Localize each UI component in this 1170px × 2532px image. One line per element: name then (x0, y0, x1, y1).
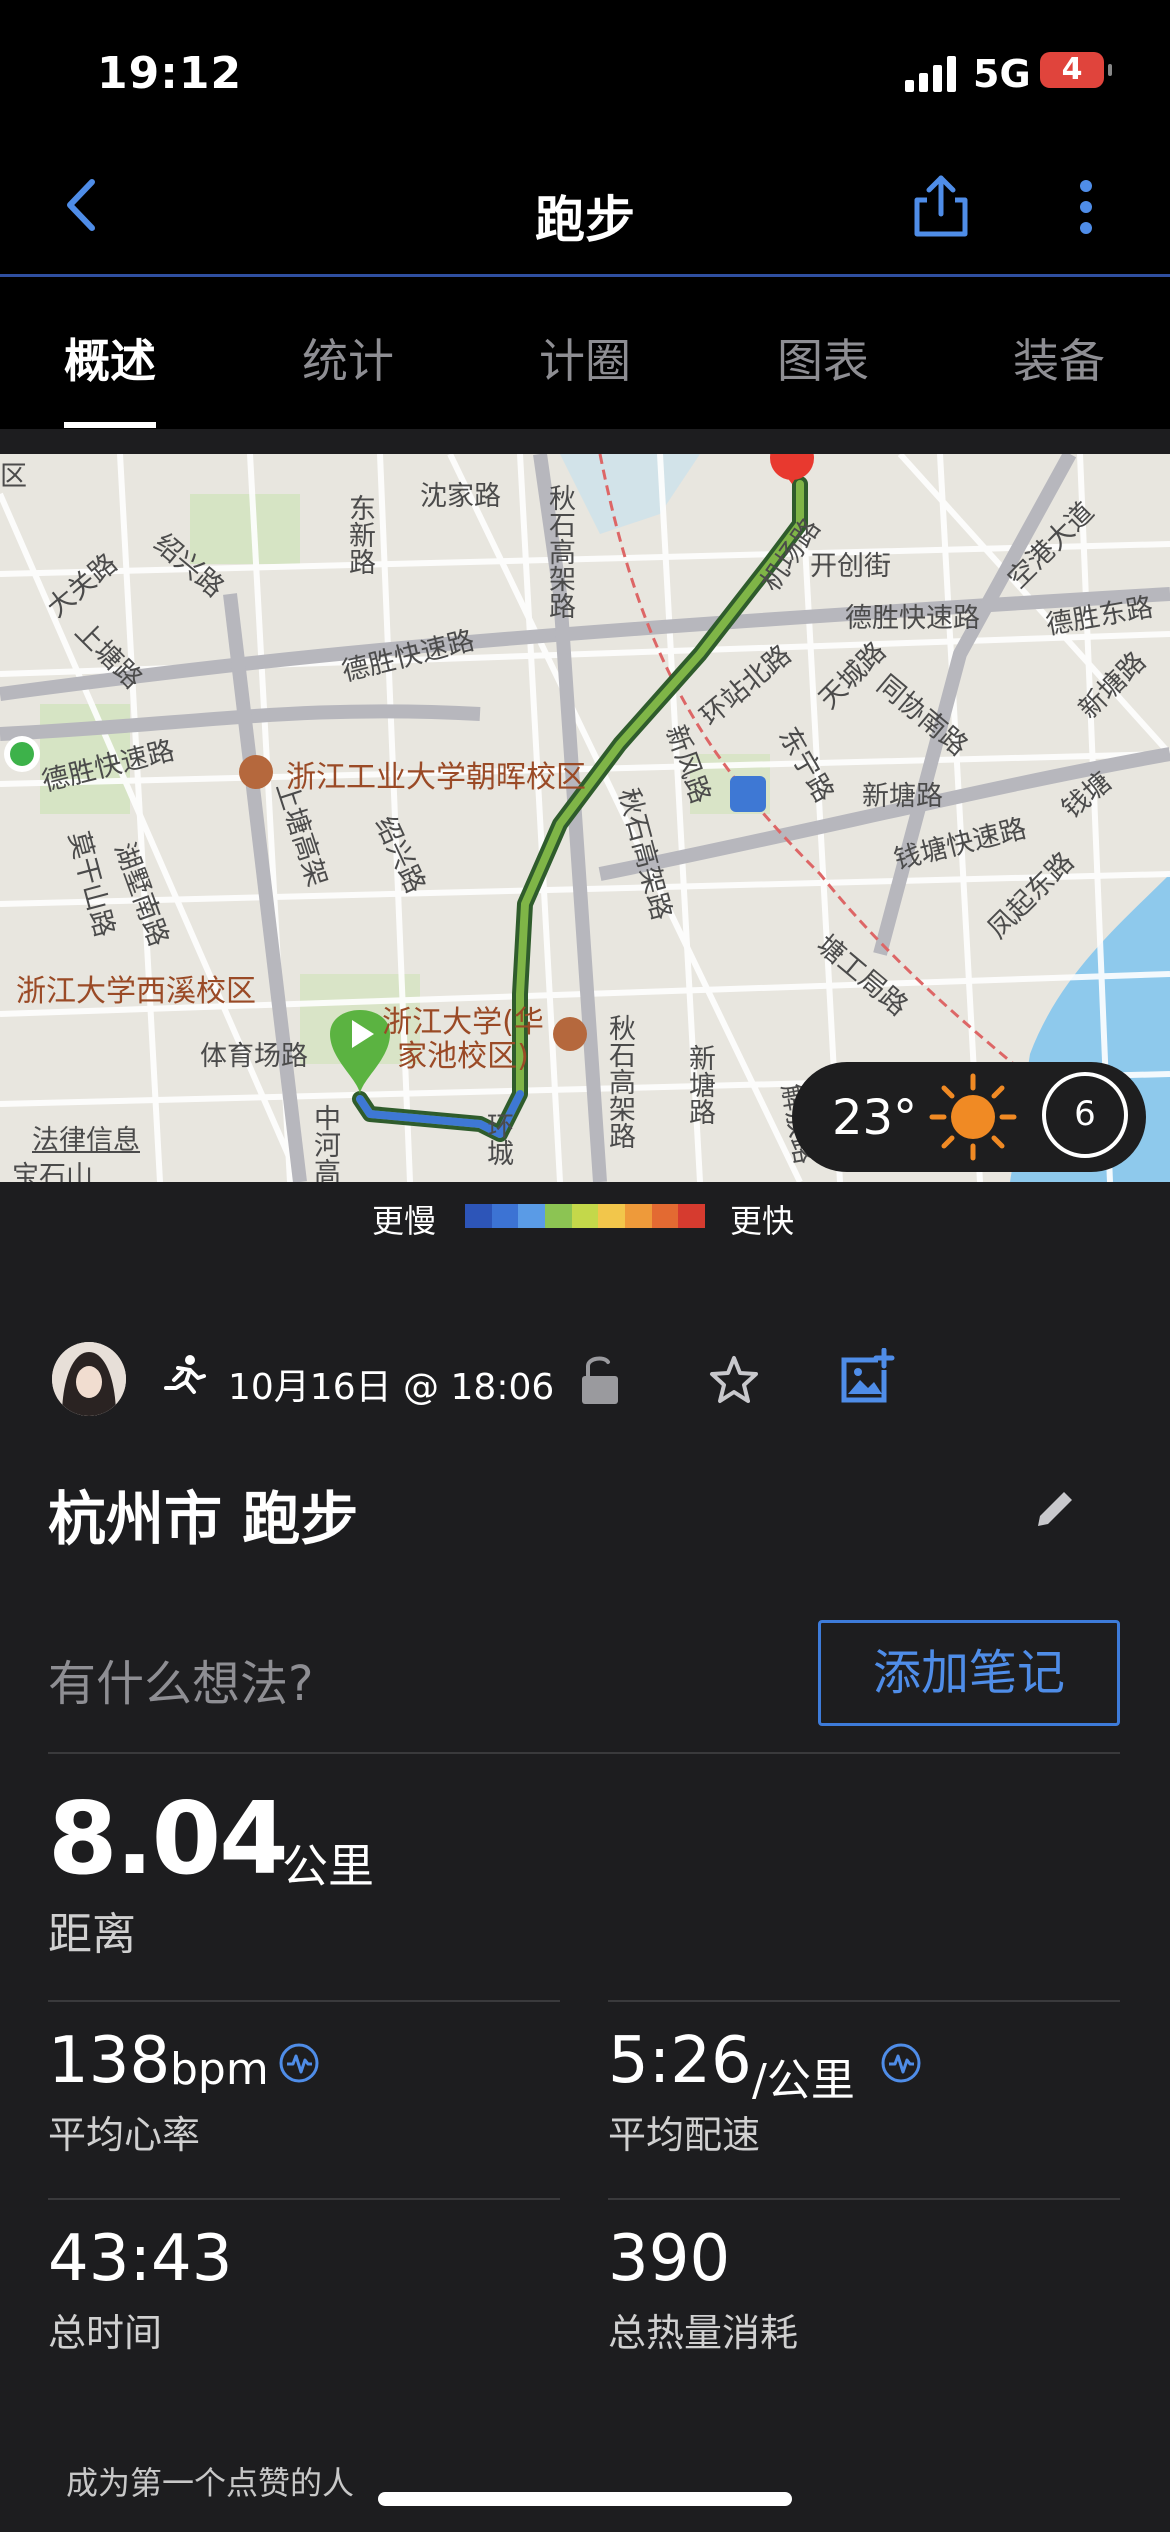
tab-stats[interactable]: 统计 (302, 325, 394, 391)
tab-charts[interactable]: 图表 (777, 325, 869, 391)
pace-color-swatch (571, 1204, 599, 1228)
legal-info-link[interactable]: 法律信息 (32, 1118, 140, 1157)
privacy-lock-icon[interactable] (578, 1352, 622, 1406)
map-label: 新塘路 (684, 1044, 715, 1125)
legend-fast-label: 更快 (730, 1202, 795, 1240)
active-tab-indicator (64, 422, 156, 428)
divider (48, 2198, 560, 2200)
activity-date: 10月16日 @ 18:06 (228, 1367, 555, 1408)
legend-slow-label: 更慢 (372, 1202, 437, 1240)
avatar[interactable] (52, 1342, 126, 1416)
map-label: 德胜快速路 (845, 603, 980, 634)
map-label: 区 (0, 461, 27, 492)
distance-unit: 公里 (282, 1839, 374, 1893)
add-photo-icon[interactable] (838, 1348, 896, 1406)
map-label: 宝石山 (12, 1161, 93, 1182)
poi-label: 浙江大学西溪校区 (16, 974, 256, 1009)
distance-value: 8.04 (48, 1780, 289, 1897)
map-label: 体育场路 (200, 1041, 308, 1072)
calories-value: 390 (608, 2222, 731, 2296)
map-label: 秋石高架路 (544, 484, 575, 619)
share-button[interactable] (905, 170, 977, 242)
map-label: 新塘路 (862, 781, 943, 812)
moon-phase-icon: 6 (1042, 1072, 1128, 1158)
avg-pace-value: 5:26 (608, 2024, 752, 2098)
pace-color-swatch (465, 1204, 492, 1228)
pace-color-swatch (491, 1204, 519, 1228)
pace-color-scale (465, 1204, 706, 1228)
status-time: 19:12 (97, 48, 243, 99)
divider (48, 2000, 560, 2002)
likes-prompt[interactable]: 成为第一个点赞的人 (66, 2458, 354, 2504)
avg-pace-unit: /公里 (752, 2055, 855, 2106)
tab-bar: 概述 统计 计圈 图表 装备 (0, 277, 1170, 429)
map-label: 环城 (482, 1112, 513, 1166)
signal-icon (905, 56, 959, 92)
pace-color-swatch (518, 1204, 546, 1228)
pace-color-swatch (678, 1204, 706, 1228)
distance-label: 距离 (48, 1909, 136, 1960)
divider (608, 2198, 1120, 2200)
avg-heart-rate-value: 138 (48, 2024, 171, 2098)
map-label: 秋石高架路 (604, 1014, 635, 1149)
status-bar: 19:12 5G 4 (0, 0, 1170, 140)
divider (48, 1752, 1120, 1754)
edit-pencil-icon[interactable] (1032, 1486, 1078, 1532)
weather-temperature: 23° (832, 1090, 918, 1146)
poi-label: 浙江大学(华家池校区) (382, 1005, 544, 1074)
map-label: 东新路 (344, 494, 375, 575)
pace-color-swatch (598, 1204, 626, 1228)
tab-overview[interactable]: 概述 (64, 325, 156, 391)
activity-title: 杭州市 跑步 (48, 1485, 359, 1553)
avg-pace-label: 平均配速 (608, 2113, 761, 2157)
tab-gear[interactable]: 装备 (1013, 325, 1105, 391)
nav-bar: 跑步 (0, 140, 1170, 277)
add-note-button[interactable]: 添加笔记 (818, 1620, 1120, 1726)
route-map[interactable]: 区 沈家路 秋石高架路 东新路 绍兴路 大关路 上塘路 德胜快速路 机场路 开创… (0, 454, 1170, 1182)
map-label: 沈家路 (420, 481, 501, 512)
network-type: 5G (973, 52, 1031, 96)
page-title: 跑步 (535, 191, 635, 249)
pace-color-swatch (651, 1204, 679, 1228)
running-icon (164, 1355, 206, 1394)
poi-label: 浙江工业大学朝晖校区 (286, 760, 586, 795)
battery-icon: 4 (1040, 52, 1112, 88)
pace-color-swatch (545, 1204, 572, 1228)
total-time-label: 总时间 (48, 2311, 163, 2355)
pace-color-swatch (625, 1204, 652, 1228)
share-icon (914, 175, 968, 237)
map-label: 开创街 (810, 551, 891, 582)
favorite-star-icon[interactable] (706, 1352, 762, 1408)
calories-label: 总热量消耗 (608, 2311, 799, 2355)
tab-laps[interactable]: 计圈 (539, 325, 631, 391)
more-options-button[interactable] (1060, 176, 1110, 238)
map-label: 中河高 (309, 1104, 340, 1182)
home-indicator[interactable] (378, 2492, 792, 2506)
heart-rate-monitor-icon (279, 2043, 319, 2083)
total-time-value: 43:43 (48, 2222, 233, 2296)
avg-heart-rate-unit: bpm (170, 2044, 269, 2095)
weather-widget[interactable]: 23° 6 (792, 1062, 1146, 1172)
thoughts-placeholder[interactable]: 有什么想法? (48, 1644, 313, 1714)
sun-icon (929, 1073, 1017, 1161)
pace-monitor-icon (881, 2043, 921, 2083)
avg-heart-rate-label: 平均心率 (48, 2113, 201, 2157)
divider (608, 2000, 1120, 2002)
